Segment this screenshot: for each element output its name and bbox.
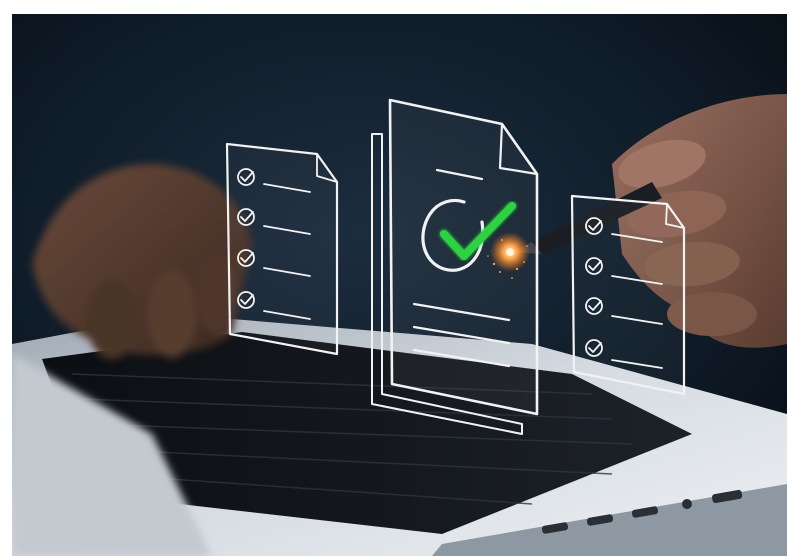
stock-photo bbox=[12, 14, 787, 556]
photo-frame bbox=[12, 14, 787, 556]
right-checklist-hologram bbox=[570, 194, 686, 396]
left-checklist-hologram bbox=[225, 142, 339, 356]
